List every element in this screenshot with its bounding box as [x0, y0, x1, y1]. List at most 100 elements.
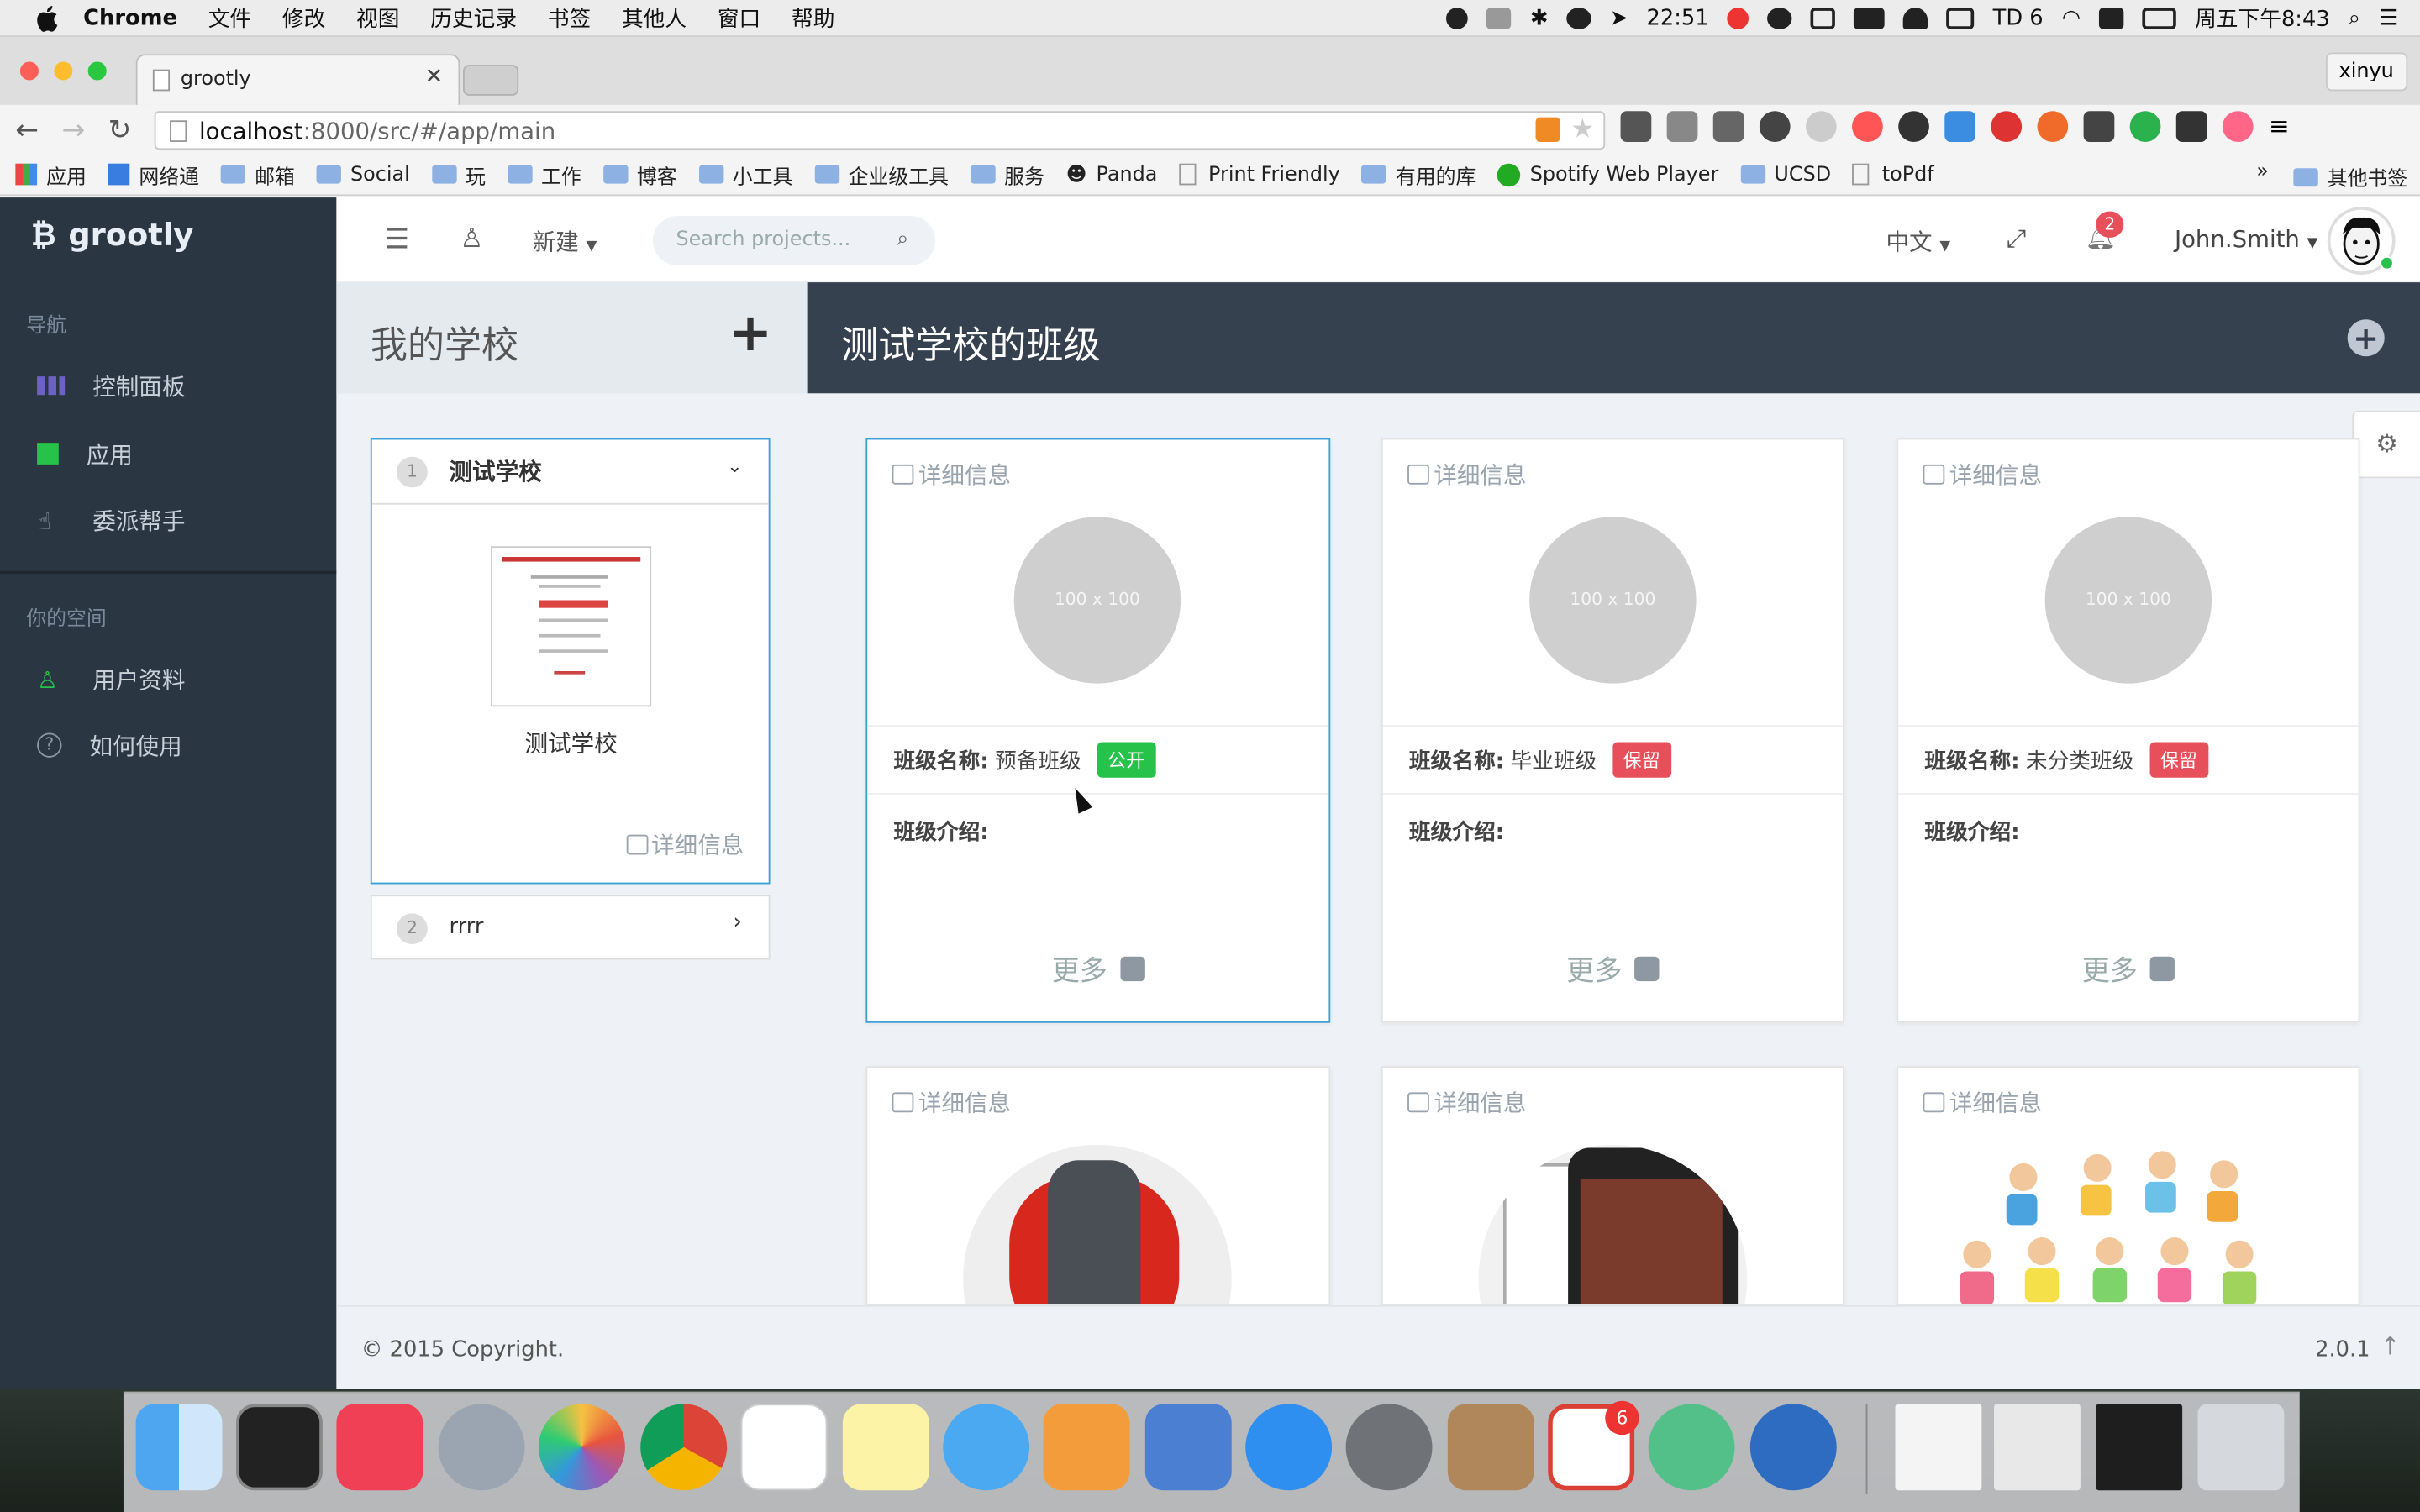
todoist-status[interactable]: TD 6	[1993, 6, 2044, 30]
class-card[interactable]: 详细信息 100 x 100 班级名称: 毕业班级 保留 班级介绍: 更多	[1381, 438, 1844, 1023]
bookmark-folder[interactable]: 玩	[431, 160, 486, 189]
hat-icon[interactable]	[1903, 8, 1928, 29]
class-card[interactable]: 详细信息	[865, 1066, 1331, 1305]
pages-icon[interactable]	[1043, 1404, 1130, 1491]
menu-history[interactable]: 历史记录	[430, 3, 517, 34]
fullscreen-icon[interactable]: ⤢	[2007, 223, 2027, 255]
system-preferences-icon[interactable]	[1345, 1404, 1433, 1491]
puzzle-ext-icon[interactable]	[1712, 111, 1744, 142]
school-accordion-item[interactable]: 2 rrrr ›	[370, 895, 771, 960]
scroll-top-icon[interactable]: ↑	[2380, 1331, 2401, 1361]
toggle-icon[interactable]	[1946, 8, 1975, 29]
language-dropdown[interactable]: 中文 ▼	[1886, 225, 1950, 258]
bookmark-folder[interactable]: Social	[316, 163, 410, 186]
terminal-icon[interactable]	[236, 1404, 323, 1491]
spotlight-search-icon[interactable]: ⌕	[2349, 6, 2360, 30]
class-detail-link[interactable]: 详细信息	[1923, 1086, 2042, 1119]
class-detail-link[interactable]: 详细信息	[1407, 1086, 1527, 1119]
class-detail-link[interactable]: 详细信息	[892, 1086, 1011, 1119]
color-ext-icon[interactable]	[1898, 111, 1929, 142]
menu-toggle-icon[interactable]: ☰	[384, 223, 409, 256]
bookmark-item[interactable]: 网络通	[108, 160, 199, 189]
class-card[interactable]: 详细信息 100 x 100 班级名称: 未分类班级 保留 班级介绍: 更多	[1897, 438, 2360, 1023]
circle-ext-icon[interactable]	[1805, 111, 1837, 142]
bookmarks-overflow-chevron[interactable]: »	[2256, 160, 2269, 184]
browser-tab-active[interactable]: grootly ✕	[135, 54, 460, 105]
sidebar-item-profile[interactable]: ♙ 用户资料	[0, 648, 336, 709]
app-store-icon[interactable]	[1245, 1404, 1333, 1491]
class-card[interactable]: 详细信息	[1381, 1066, 1844, 1305]
school-detail-link[interactable]: 详细信息	[626, 828, 744, 861]
contacts-icon[interactable]	[1447, 1404, 1534, 1491]
reload-icon[interactable]: ↻	[108, 114, 132, 147]
chrome-menu-icon[interactable]: ≡	[2269, 111, 2290, 142]
window-close-button[interactable]	[19, 61, 39, 81]
square-icon[interactable]	[1810, 8, 1836, 29]
calendar-icon[interactable]	[740, 1404, 828, 1491]
address-bar[interactable]: localhost:8000/src/#/app/main ★	[154, 111, 1606, 150]
a-ext-icon[interactable]	[1666, 111, 1698, 142]
bookmark-item[interactable]: Print Friendly	[1179, 163, 1340, 186]
back-arrow-icon[interactable]: ←	[15, 114, 39, 147]
at-ext-icon[interactable]	[1759, 111, 1791, 142]
menu-view[interactable]: 视图	[356, 3, 399, 34]
keynote-icon[interactable]	[1144, 1404, 1232, 1491]
edit-ext-icon[interactable]	[2083, 111, 2115, 142]
wifi-icon[interactable]: ◠	[2062, 6, 2081, 30]
messages-icon[interactable]	[943, 1404, 1030, 1491]
class-detail-link[interactable]: 详细信息	[1923, 459, 2042, 491]
bookmark-apps[interactable]: 应用	[15, 160, 87, 189]
atom-icon[interactable]	[1648, 1404, 1735, 1491]
profile-button[interactable]: xinyu	[2325, 52, 2408, 92]
timer-icon[interactable]	[1727, 8, 1749, 29]
more-button[interactable]: 更多	[867, 949, 1328, 990]
new-tab-button[interactable]	[463, 65, 519, 96]
search-icon[interactable]: ⌕	[897, 227, 908, 251]
screenshot-stack-icon[interactable]	[1994, 1404, 2081, 1491]
puzzle-icon[interactable]: ✱	[1530, 6, 1549, 30]
menu-bookmarks[interactable]: 书签	[548, 3, 591, 34]
clock-icon[interactable]	[1566, 8, 1591, 29]
pocket-ext-icon[interactable]	[1620, 111, 1652, 142]
star-icon[interactable]: ★	[1570, 114, 1594, 145]
bookmark-item[interactable]: Spotify Web Player	[1497, 162, 1718, 186]
apple-icon[interactable]	[34, 4, 61, 32]
school-header[interactable]: 1 测试学校 ⌄	[371, 439, 769, 505]
d-icon[interactable]	[1767, 8, 1792, 29]
launchpad-icon[interactable]	[438, 1404, 525, 1491]
bookmark-folder[interactable]: 博客	[602, 160, 677, 189]
bookmark-item[interactable]: toPdf	[1852, 163, 1934, 186]
flower-ext-icon[interactable]	[1852, 111, 1883, 142]
photos-icon[interactable]	[539, 1404, 625, 1491]
quicktime-icon[interactable]	[1749, 1404, 1837, 1491]
pocket-icon[interactable]	[336, 1404, 424, 1491]
cloud-sync-icon[interactable]	[1854, 8, 1886, 29]
sidebar-item-dashboard[interactable]: 控制面板	[0, 354, 336, 416]
trash-icon[interactable]	[2197, 1404, 2285, 1491]
bookmark-folder[interactable]: 有用的库	[1361, 160, 1476, 189]
window-zoom-button[interactable]	[87, 61, 107, 81]
menu-file[interactable]: 文件	[208, 3, 251, 34]
s-icon[interactable]	[2099, 8, 2124, 29]
tab-close-icon[interactable]: ✕	[425, 65, 444, 89]
user-menu[interactable]: John.Smith ▼	[2175, 225, 2317, 253]
bookmark-folder[interactable]: 服务	[970, 160, 1044, 189]
sidebar-item-apps[interactable]: 应用	[0, 423, 336, 484]
app-brand[interactable]: ₿ grootly	[31, 216, 194, 255]
pen-icon[interactable]	[1486, 8, 1512, 29]
sidebar-item-delegate[interactable]: ☝ 委派帮手	[0, 489, 336, 550]
bookmark-folder[interactable]: 小工具	[698, 160, 792, 189]
user-outline-icon[interactable]: ♙	[460, 223, 483, 255]
screenshot-ext-icon[interactable]	[2175, 111, 2207, 142]
bookmark-folder[interactable]: 企业级工具	[814, 160, 949, 189]
menu-help[interactable]: 帮助	[792, 3, 834, 34]
search-input[interactable]: Search projects...	[652, 216, 936, 265]
document-icon[interactable]	[1895, 1404, 1982, 1491]
forward-arrow-icon[interactable]: →	[61, 114, 85, 147]
settings-gear-icon[interactable]: ⚙	[2352, 410, 2420, 479]
finder-icon[interactable]	[135, 1404, 223, 1491]
window-minimize-button[interactable]	[54, 61, 73, 81]
battery-icon[interactable]	[2142, 8, 2177, 29]
class-detail-link[interactable]: 详细信息	[1407, 459, 1527, 491]
menu-app-name[interactable]: Chrome	[83, 5, 177, 29]
